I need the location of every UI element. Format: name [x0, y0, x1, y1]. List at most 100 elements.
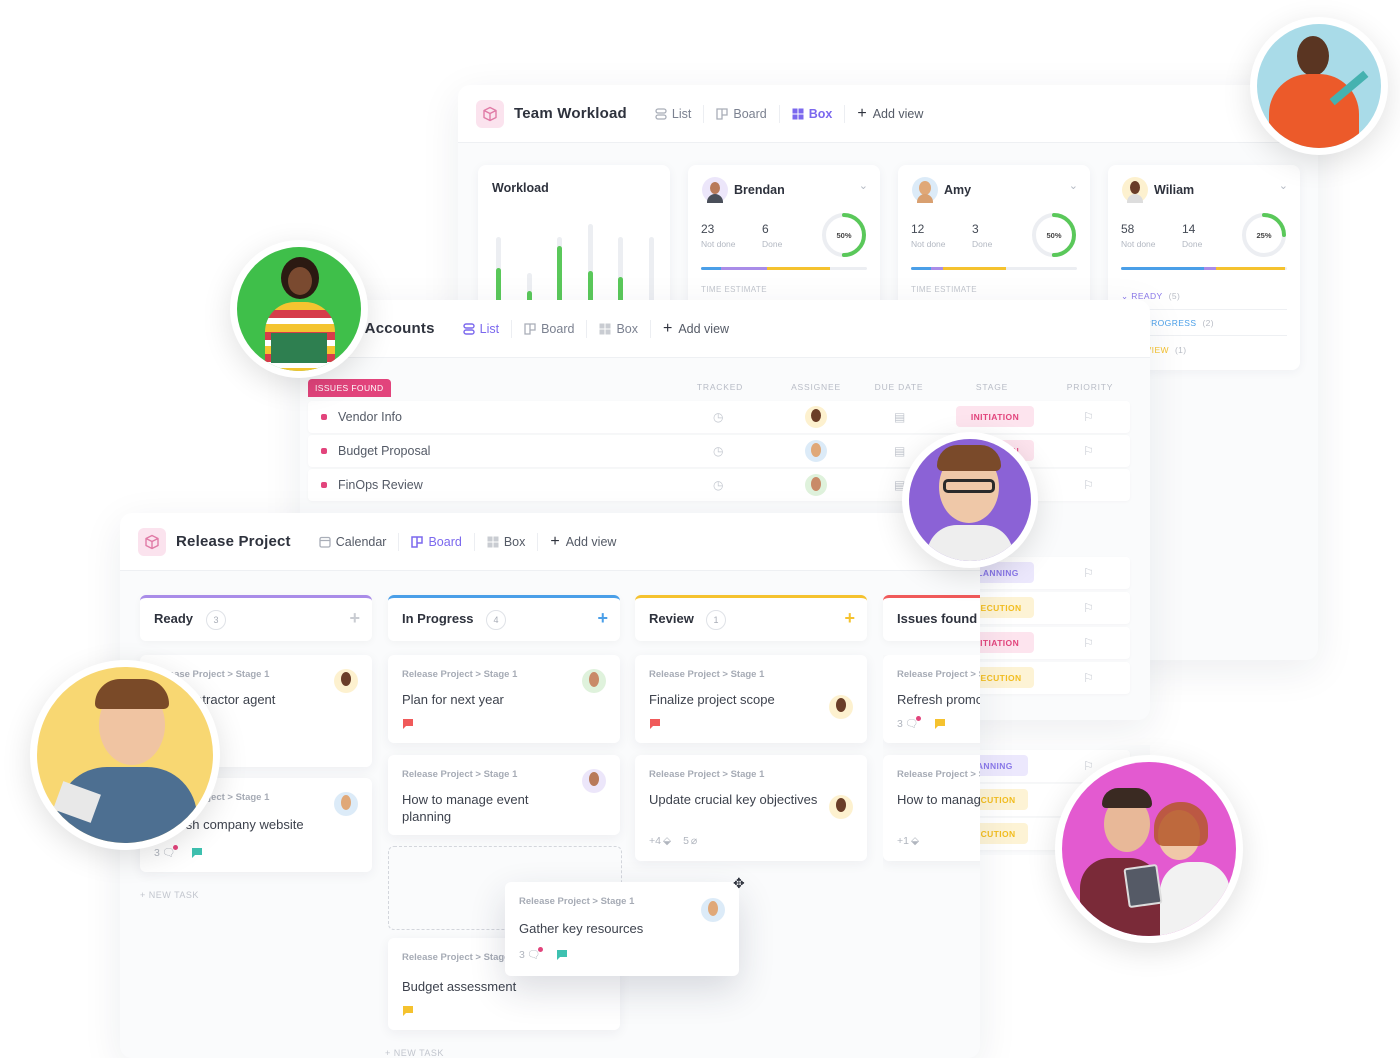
assignee-avatar[interactable]: [829, 695, 853, 719]
tab-list[interactable]: List: [453, 320, 511, 338]
plus-icon: +: [857, 104, 867, 122]
tag-icon[interactable]: ⬙: [663, 835, 671, 847]
attachment-icon[interactable]: ⌀: [691, 835, 697, 847]
tab-board[interactable]: Board: [703, 104, 778, 123]
not-done-count: 58: [1121, 222, 1135, 236]
progress-segment: [1121, 267, 1204, 270]
assignee-avatar[interactable]: [582, 669, 606, 693]
priority-flag-icon[interactable]: ⚐: [1083, 478, 1094, 492]
tab-box[interactable]: Box: [473, 532, 538, 551]
tab-calendar[interactable]: Calendar: [309, 533, 399, 551]
priority-flag-icon[interactable]: [402, 1006, 414, 1016]
column-header-assignee[interactable]: ASSIGNEE: [783, 382, 849, 392]
group-label-issues-found[interactable]: ISSUES FOUND: [308, 379, 391, 397]
new-task-button[interactable]: + NEW TASK: [140, 890, 199, 900]
chevron-down-icon[interactable]: ⌄: [1279, 179, 1288, 192]
priority-flag-icon[interactable]: ⚐: [1083, 759, 1094, 773]
progress-segment: [930, 267, 943, 270]
assignee-avatar[interactable]: [805, 440, 827, 462]
chevron-down-icon[interactable]: ⌄: [859, 179, 868, 192]
column-header-stage[interactable]: STAGE: [960, 382, 1024, 392]
task-name[interactable]: Vendor Info: [338, 410, 402, 424]
comment-icon[interactable]: 🗨︎: [905, 716, 922, 730]
priority-flag-icon[interactable]: [402, 719, 414, 729]
not-done-label: Not done: [911, 239, 946, 249]
task-card[interactable]: Release Project > Stage 1 How to manage …: [388, 755, 620, 835]
column-header-tracked[interactable]: TRACKED: [690, 382, 750, 392]
tag-icon[interactable]: ⬙: [911, 835, 919, 847]
column-in-progress[interactable]: In Progress 4 +: [388, 595, 620, 641]
timer-icon[interactable]: ◷: [713, 444, 723, 458]
tab-board[interactable]: Board: [398, 532, 473, 551]
add-view-button[interactable]: + Add view: [649, 319, 741, 338]
priority-flag-icon[interactable]: [556, 949, 568, 960]
task-card[interactable]: Release Project > Stage 1 Finalize proje…: [635, 655, 867, 743]
priority-flag-icon[interactable]: ⚐: [1083, 636, 1094, 650]
calendar-icon[interactable]: ▤: [894, 444, 905, 458]
assignee-avatar[interactable]: [829, 795, 853, 819]
tab-label: List: [479, 321, 500, 336]
move-cursor-icon: ✥: [733, 875, 745, 891]
assignee-avatar[interactable]: [701, 898, 725, 922]
column-ready[interactable]: Ready 3 +: [140, 595, 372, 641]
comment-icon[interactable]: 🗨︎: [527, 947, 544, 961]
chevron-down-icon[interactable]: ⌄: [1069, 179, 1078, 192]
tab-list[interactable]: List: [645, 105, 703, 123]
priority-flag-icon[interactable]: ⚐: [1083, 671, 1094, 685]
priority-flag-icon[interactable]: ⚐: [1083, 410, 1094, 424]
column-issues-found[interactable]: Issues found: [883, 595, 980, 641]
tag-count: +1: [897, 835, 909, 847]
column-review[interactable]: Review 1 +: [635, 595, 867, 641]
calendar-icon[interactable]: ▤: [894, 410, 905, 424]
add-view-button[interactable]: + Add view: [844, 104, 935, 123]
assignee-avatar[interactable]: [582, 769, 606, 793]
priority-flag-icon[interactable]: [649, 719, 661, 729]
priority-flag-icon[interactable]: [191, 847, 203, 858]
add-view-button[interactable]: + Add view: [537, 532, 628, 551]
task-card[interactable]: Release Project > Stage 1 Update crucial…: [635, 755, 867, 861]
list-icon: [462, 322, 475, 335]
timer-icon[interactable]: ◷: [713, 478, 723, 492]
done-count: 6: [762, 222, 769, 236]
add-task-icon[interactable]: +: [844, 608, 855, 629]
assignee-avatar[interactable]: [805, 406, 827, 428]
column-header-due-date[interactable]: DUE DATE: [866, 382, 932, 392]
column-count: 4: [486, 610, 506, 630]
add-task-icon[interactable]: +: [349, 608, 360, 629]
assignee-avatar[interactable]: [334, 669, 358, 693]
progress-segment: [1204, 267, 1216, 270]
person-photo-man-glasses: [902, 432, 1038, 568]
priority-flag-icon[interactable]: ⚐: [1083, 566, 1094, 580]
tab-box[interactable]: Box: [778, 104, 845, 123]
task-card[interactable]: Release Project > Stage 1 Plan for next …: [388, 655, 620, 743]
new-task-button[interactable]: + NEW TASK: [385, 1048, 444, 1058]
priority-flag-icon[interactable]: ⚐: [1083, 444, 1094, 458]
dragging-task-card[interactable]: Release Project > Stage 1 Gather key res…: [505, 882, 739, 976]
column-header-priority[interactable]: PRIORITY: [1055, 382, 1125, 392]
comment-icon[interactable]: 🗨︎: [162, 845, 179, 859]
priority-flag-icon[interactable]: ⚐: [1083, 601, 1094, 615]
plus-icon: +: [550, 532, 560, 550]
project-title: Team Workload: [514, 105, 627, 122]
member-name: Amy: [944, 183, 972, 197]
assignee-avatar[interactable]: [334, 792, 358, 816]
progress-percent: 50%: [836, 230, 852, 240]
priority-flag-icon[interactable]: [934, 718, 946, 729]
column-count: 1: [706, 610, 726, 630]
task-card[interactable]: Release Project > Stage 1 How to manage …: [883, 755, 980, 861]
tab-label: Box: [808, 106, 833, 121]
table-row[interactable]: Vendor Info ◷ ▤ INITIATION ⚐: [308, 401, 1130, 433]
timer-icon[interactable]: ◷: [713, 410, 723, 424]
task-card[interactable]: Release Project > Stage 1 Refresh promo …: [883, 655, 980, 743]
cube-icon: [476, 99, 504, 128]
task-footer: [402, 1006, 414, 1016]
task-name[interactable]: Budget Proposal: [338, 444, 430, 458]
add-task-icon[interactable]: +: [597, 608, 608, 629]
avatar: [1122, 177, 1148, 203]
tab-board[interactable]: Board: [511, 319, 586, 338]
assignee-avatar[interactable]: [805, 474, 827, 496]
stage-badge[interactable]: INITIATION: [956, 406, 1034, 427]
done-count: 14: [1182, 222, 1196, 236]
task-name[interactable]: FinOps Review: [338, 478, 423, 492]
tab-box[interactable]: Box: [586, 319, 650, 338]
